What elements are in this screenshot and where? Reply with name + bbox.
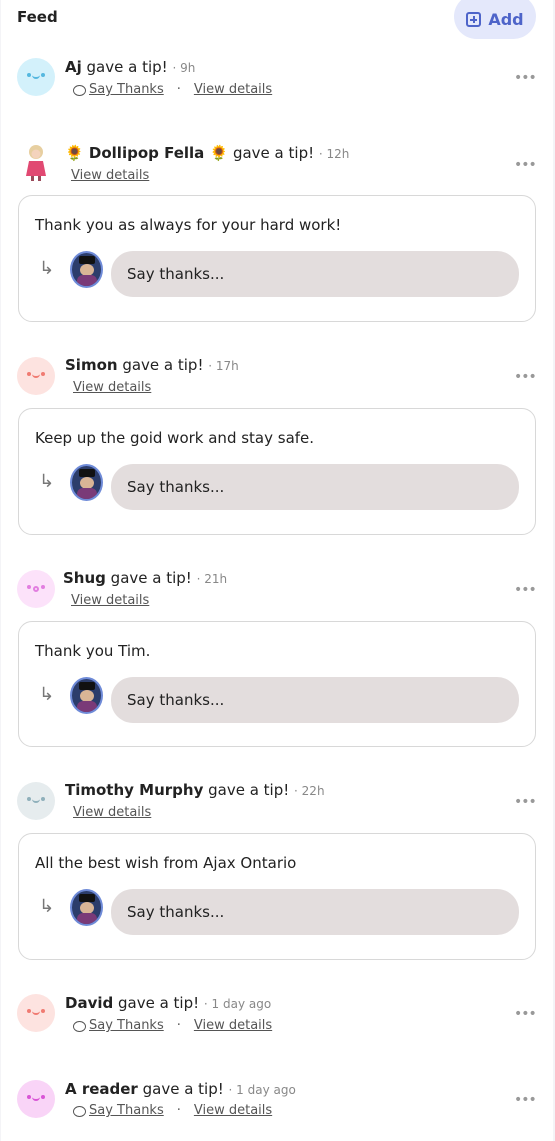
avatar bbox=[17, 357, 55, 395]
tipper-name[interactable]: David bbox=[65, 994, 113, 1012]
view-details-link[interactable]: View details bbox=[71, 593, 149, 608]
say-thanks-input[interactable]: Say thanks... bbox=[111, 464, 519, 510]
tip-message: All the best wish from Ajax Ontario bbox=[35, 854, 297, 872]
more-options-icon[interactable]: ••• bbox=[514, 794, 537, 810]
separator-dot: · bbox=[176, 1103, 181, 1118]
speech-bubble-icon bbox=[73, 1106, 86, 1117]
avatar bbox=[17, 144, 55, 182]
tip-message: Thank you Tim. bbox=[35, 642, 151, 660]
avatar bbox=[17, 1080, 55, 1118]
avatar bbox=[17, 58, 55, 96]
feed-title: Feed bbox=[17, 8, 58, 26]
reply-arrow-icon: ↳ bbox=[39, 896, 55, 917]
view-details-link[interactable]: View details bbox=[71, 168, 149, 183]
feed-panel: Feed Add Aj gave a tip! · 9h Say Thanks … bbox=[1, 0, 553, 1141]
user-avatar bbox=[70, 464, 103, 501]
feed-item-header: Shug gave a tip! · 21h bbox=[63, 569, 227, 587]
tipper-name[interactable]: Aj bbox=[65, 58, 82, 76]
view-details-link[interactable]: View details bbox=[73, 380, 151, 395]
more-options-icon[interactable]: ••• bbox=[514, 582, 537, 598]
avatar bbox=[17, 994, 55, 1032]
say-thanks-input[interactable]: Say thanks... bbox=[111, 889, 519, 935]
feed-item-header: Timothy Murphy gave a tip! · 22h bbox=[65, 781, 325, 799]
more-options-icon[interactable]: ••• bbox=[514, 1092, 537, 1108]
tip-message-card: Keep up the goid work and stay safe. ↳ S… bbox=[18, 408, 536, 535]
tip-text: gave a tip! bbox=[81, 58, 168, 76]
feed-item-header: 🌻 Dollipop Fella 🌻 gave a tip! · 12h bbox=[65, 144, 349, 162]
separator-dot: · bbox=[176, 82, 181, 97]
tip-text: gave a tip! bbox=[203, 781, 290, 799]
reply-arrow-icon: ↳ bbox=[39, 471, 55, 492]
feed-item-actions: Say Thanks · View details bbox=[73, 1103, 272, 1118]
more-options-icon[interactable]: ••• bbox=[514, 1006, 537, 1022]
separator-dot: · bbox=[176, 1018, 181, 1033]
avatar bbox=[17, 570, 55, 608]
tip-text: gave a tip! bbox=[137, 1080, 224, 1098]
tip-message: Thank you as always for your hard work! bbox=[35, 216, 342, 234]
timestamp: · 12h bbox=[318, 147, 350, 161]
tipper-name[interactable]: Simon bbox=[65, 356, 118, 374]
feed-item-actions: View details bbox=[73, 805, 151, 820]
more-options-icon[interactable]: ••• bbox=[514, 369, 537, 385]
feed-item-header: Simon gave a tip! · 17h bbox=[65, 356, 239, 374]
feed-item-actions: View details bbox=[71, 168, 149, 183]
say-thanks-link[interactable]: Say Thanks bbox=[89, 1018, 164, 1033]
tip-text: gave a tip! bbox=[105, 569, 192, 587]
view-details-link[interactable]: View details bbox=[73, 805, 151, 820]
feed-item-header: A reader gave a tip! · 1 day ago bbox=[65, 1080, 296, 1098]
feed-item-actions: Say Thanks · View details bbox=[73, 1018, 272, 1033]
tip-message-card: All the best wish from Ajax Ontario ↳ Sa… bbox=[18, 833, 536, 960]
timestamp: · 1 day ago bbox=[228, 1083, 296, 1097]
say-thanks-link[interactable]: Say Thanks bbox=[89, 1103, 164, 1118]
timestamp: · 9h bbox=[172, 61, 196, 75]
timestamp: · 22h bbox=[294, 784, 325, 798]
tip-message: Keep up the goid work and stay safe. bbox=[35, 429, 315, 447]
tip-message-card: Thank you as always for your hard work! … bbox=[18, 195, 536, 322]
speech-bubble-icon bbox=[73, 85, 86, 96]
say-thanks-link[interactable]: Say Thanks bbox=[89, 82, 164, 97]
timestamp: · 21h bbox=[196, 572, 228, 586]
view-details-link[interactable]: View details bbox=[194, 82, 272, 97]
tip-text: gave a tip! bbox=[228, 144, 315, 162]
speech-bubble-icon bbox=[73, 1021, 86, 1032]
tip-text: gave a tip! bbox=[113, 994, 200, 1012]
reply-arrow-icon: ↳ bbox=[39, 258, 55, 279]
user-avatar bbox=[70, 251, 103, 288]
timestamp: · 17h bbox=[208, 359, 239, 373]
reply-arrow-icon: ↳ bbox=[39, 684, 55, 705]
tipper-name[interactable]: 🌻 Dollipop Fella 🌻 bbox=[65, 144, 228, 162]
say-thanks-input[interactable]: Say thanks... bbox=[111, 677, 519, 723]
plus-square-icon bbox=[466, 12, 482, 27]
user-avatar bbox=[70, 677, 103, 714]
doll-avatar-icon bbox=[26, 145, 46, 181]
add-button-label: Add bbox=[488, 10, 524, 29]
feed-item-actions: Say Thanks · View details bbox=[73, 82, 272, 97]
add-button[interactable]: Add bbox=[454, 0, 536, 39]
tipper-name[interactable]: Shug bbox=[63, 569, 106, 587]
more-options-icon[interactable]: ••• bbox=[514, 70, 537, 86]
feed-item-header: David gave a tip! · 1 day ago bbox=[65, 994, 271, 1012]
say-thanks-input[interactable]: Say thanks... bbox=[111, 251, 519, 297]
tip-text: gave a tip! bbox=[117, 356, 204, 374]
feed-item-actions: View details bbox=[71, 593, 149, 608]
user-avatar bbox=[70, 889, 103, 926]
view-details-link[interactable]: View details bbox=[194, 1018, 272, 1033]
feed-item-header: Aj gave a tip! · 9h bbox=[65, 58, 195, 76]
feed-item-actions: View details bbox=[73, 380, 151, 395]
tipper-name[interactable]: A reader bbox=[65, 1080, 138, 1098]
tip-message-card: Thank you Tim. ↳ Say thanks... bbox=[18, 621, 536, 747]
more-options-icon[interactable]: ••• bbox=[514, 157, 537, 173]
tipper-name[interactable]: Timothy Murphy bbox=[65, 781, 203, 799]
view-details-link[interactable]: View details bbox=[194, 1103, 272, 1118]
avatar bbox=[17, 782, 55, 820]
timestamp: · 1 day ago bbox=[203, 997, 272, 1011]
